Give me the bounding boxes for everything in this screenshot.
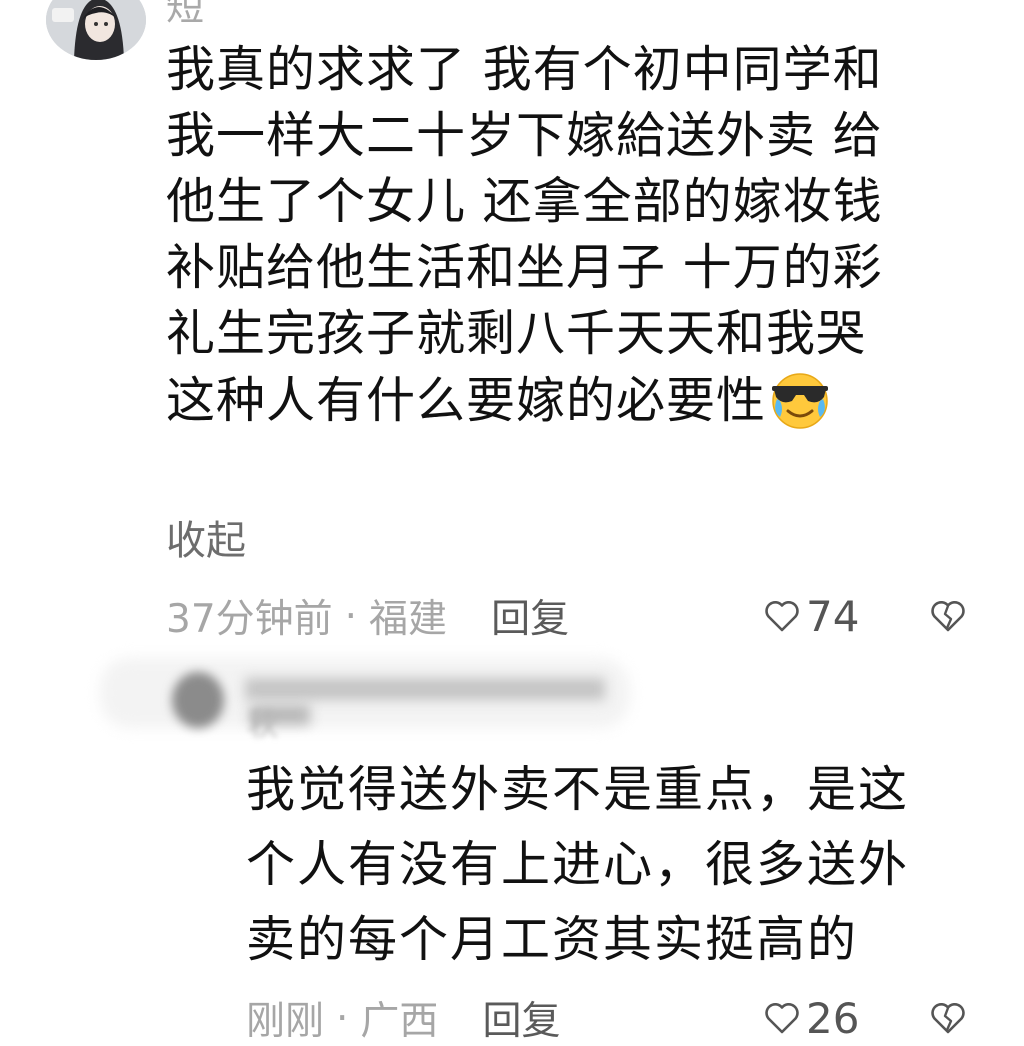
reply-line: 个人有没有上进心，很多送外 bbox=[246, 836, 910, 893]
reply-line: 我觉得送外卖不是重点，是这 bbox=[246, 761, 910, 818]
reply-like-button[interactable]: 26 bbox=[762, 990, 859, 1046]
heart-outline-icon bbox=[765, 1003, 799, 1034]
comment-time: 37分钟前 bbox=[166, 597, 333, 642]
meta-separator: · bbox=[336, 995, 349, 1041]
blurred-reply-user bbox=[100, 650, 640, 740]
reply-location: 广西 bbox=[360, 999, 439, 1044]
like-count: 26 bbox=[806, 993, 860, 1043]
comment-like-button[interactable]: 74 bbox=[762, 588, 859, 644]
comment-line-last: 这种人有什么要嫁的必要性 bbox=[166, 367, 986, 434]
commenter-avatar[interactable] bbox=[46, 0, 146, 60]
reply-time: 刚刚 bbox=[246, 999, 325, 1044]
comment-line: 礼生完孩子就剩八千天天和我哭 bbox=[166, 305, 867, 362]
comment-line: 补贴给他生活和坐月子 十万的彩 bbox=[166, 239, 883, 296]
like-count: 74 bbox=[806, 591, 860, 641]
comment-line-text: 这种人有什么要嫁的必要性 bbox=[166, 372, 767, 429]
comment-location: 福建 bbox=[369, 597, 448, 642]
commenter-name[interactable]: 短 bbox=[166, 0, 204, 31]
dislike-button[interactable] bbox=[928, 596, 968, 640]
crying-laughing-sunglasses-emoji-icon bbox=[768, 367, 832, 431]
broken-heart-icon bbox=[931, 601, 965, 632]
reply-line: 卖的每个月工资其实挺高的 bbox=[246, 911, 859, 968]
collapse-button[interactable]: 收起 bbox=[166, 508, 246, 566]
comment-line: 我一样大二十岁下嫁給送外卖 给 bbox=[166, 107, 883, 164]
heart-outline-icon bbox=[765, 601, 799, 632]
meta-separator: · bbox=[344, 593, 358, 639]
reply-dislike-button[interactable] bbox=[928, 998, 968, 1042]
broken-heart-icon bbox=[931, 1003, 965, 1034]
reply-body: 我觉得送外卖不是重点，是这 个人有没有上进心，很多送外 卖的每个月工资其实挺高的 bbox=[246, 752, 1006, 977]
reply-meta: 刚刚 · 广西 回复 bbox=[246, 990, 560, 1046]
reply-reply-button[interactable]: 回复 bbox=[482, 990, 560, 1046]
comment-meta: 37分钟前 · 福建 回复 bbox=[166, 588, 569, 644]
comment-line: 他生了个女儿 还拿全部的嫁妆钱 bbox=[166, 173, 883, 230]
comment-body: 我真的求求了 我有个初中同学和 我一样大二十岁下嫁給送外卖 给 他生了个女儿 还… bbox=[166, 37, 986, 434]
reply-button[interactable]: 回复 bbox=[491, 588, 569, 644]
comment-line: 我真的求求了 我有个初中同学和 bbox=[166, 41, 883, 98]
reply-username[interactable]: 秋 bbox=[248, 700, 278, 744]
